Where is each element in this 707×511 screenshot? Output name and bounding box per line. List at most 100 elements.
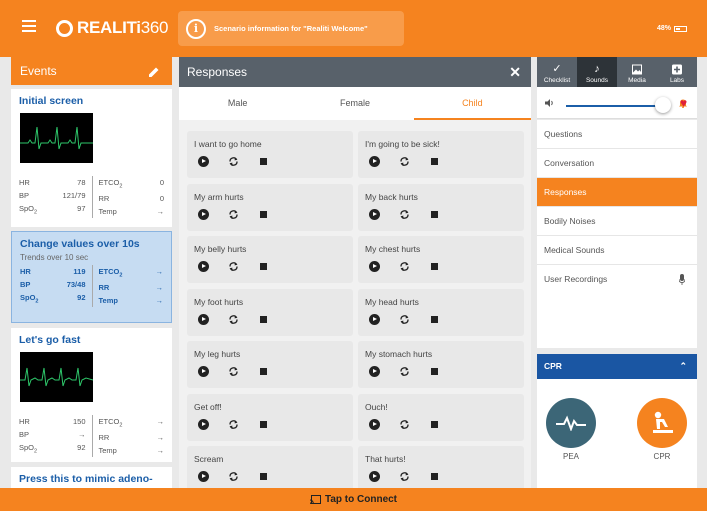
response-label: Ouch! bbox=[365, 401, 388, 412]
pea-button[interactable]: PEA bbox=[546, 398, 596, 461]
tab-labs[interactable]: Labs bbox=[657, 57, 697, 87]
tab-child[interactable]: Child bbox=[413, 87, 531, 120]
response-card[interactable]: My leg hurts bbox=[187, 341, 353, 388]
heart-icon[interactable]: ♥ bbox=[680, 96, 687, 110]
stop-icon[interactable] bbox=[260, 473, 267, 480]
cpr-button[interactable]: CPR bbox=[637, 398, 687, 461]
loop-icon[interactable] bbox=[399, 419, 410, 430]
play-icon[interactable] bbox=[198, 418, 209, 430]
response-card[interactable]: Get off! bbox=[187, 393, 353, 441]
response-card[interactable]: Ouch! bbox=[358, 393, 524, 441]
play-icon[interactable] bbox=[369, 418, 380, 430]
microphone-icon[interactable] bbox=[679, 274, 685, 285]
vital-bp: BP 121/79 bbox=[19, 191, 86, 200]
volume-slider-knob[interactable] bbox=[655, 97, 671, 113]
close-icon[interactable]: ✕ bbox=[509, 64, 521, 81]
play-icon[interactable] bbox=[198, 313, 209, 325]
play-icon[interactable] bbox=[369, 471, 380, 482]
loop-icon[interactable] bbox=[228, 209, 239, 220]
stop-icon[interactable] bbox=[260, 315, 267, 323]
top-bar: REALITi 360 i Scenario information for "R… bbox=[0, 0, 707, 57]
stop-icon[interactable] bbox=[431, 473, 438, 480]
tab-sounds[interactable]: ♪ Sounds bbox=[577, 57, 617, 87]
play-icon[interactable] bbox=[198, 261, 209, 272]
event-card-adeno[interactable]: Press this to mimic adeno- bbox=[11, 467, 172, 488]
loop-icon[interactable] bbox=[399, 471, 410, 482]
menu-item-questions[interactable]: Questions bbox=[537, 120, 697, 149]
response-card[interactable]: My arm hurts bbox=[187, 183, 353, 231]
stop-icon[interactable] bbox=[260, 210, 267, 218]
scenario-info-button[interactable]: i Scenario information for "Realiti Welc… bbox=[178, 11, 404, 46]
response-card[interactable]: I'm going to be sick! bbox=[358, 131, 524, 178]
tab-checklist[interactable]: ✓ Checklist bbox=[537, 57, 577, 87]
stop-icon[interactable] bbox=[260, 158, 267, 165]
stop-icon[interactable] bbox=[431, 210, 438, 218]
stop-icon[interactable] bbox=[431, 368, 438, 375]
play-icon[interactable] bbox=[369, 156, 380, 167]
stop-icon[interactable] bbox=[260, 263, 267, 270]
vital-hr: HR 78 bbox=[19, 178, 86, 187]
response-card[interactable]: My head hurts bbox=[358, 288, 524, 336]
response-card[interactable]: My chest hurts bbox=[358, 236, 524, 283]
loop-icon[interactable] bbox=[399, 261, 410, 272]
response-card[interactable]: I want to go home bbox=[187, 131, 353, 178]
loop-icon[interactable] bbox=[228, 471, 239, 482]
connect-bar[interactable]: Tap to Connect bbox=[0, 488, 707, 511]
tab-male[interactable]: Male bbox=[179, 87, 296, 120]
edit-pencil-icon[interactable] bbox=[148, 66, 160, 78]
menu-item-bodily-noises[interactable]: Bodily Noises bbox=[537, 207, 697, 236]
response-controls bbox=[198, 366, 267, 377]
event-title: Initial screen bbox=[19, 95, 84, 107]
response-card[interactable]: My belly hurts bbox=[187, 236, 353, 283]
play-icon[interactable] bbox=[198, 366, 209, 377]
stop-icon[interactable] bbox=[260, 420, 267, 428]
play-icon[interactable] bbox=[198, 208, 209, 220]
response-label: Scream bbox=[194, 454, 224, 464]
stop-icon[interactable] bbox=[431, 158, 438, 165]
play-icon[interactable] bbox=[369, 208, 380, 220]
loop-icon[interactable] bbox=[399, 209, 410, 220]
response-controls bbox=[369, 471, 438, 482]
response-card[interactable]: That hurts! bbox=[358, 446, 524, 488]
event-card-change-values[interactable]: Change values over 10s Trends over 10 se… bbox=[11, 231, 172, 323]
menu-item-conversation[interactable]: Conversation bbox=[537, 149, 697, 178]
loop-icon[interactable] bbox=[228, 419, 239, 430]
play-icon[interactable] bbox=[198, 471, 209, 482]
loop-icon[interactable] bbox=[228, 156, 239, 167]
menu-item-responses[interactable]: Responses bbox=[537, 178, 697, 207]
event-card-go-fast[interactable]: Let's go fast HR 150 BP → SpO2 92 ETCO2 → RR… bbox=[11, 328, 172, 462]
battery-percent: 48% bbox=[656, 25, 671, 32]
hamburger-menu-icon[interactable] bbox=[22, 20, 36, 32]
loop-icon[interactable] bbox=[228, 261, 239, 272]
loop-icon[interactable] bbox=[399, 156, 410, 167]
stop-icon[interactable] bbox=[431, 263, 438, 270]
response-label: My back hurts bbox=[365, 191, 418, 202]
play-icon[interactable] bbox=[198, 156, 209, 167]
stop-icon[interactable] bbox=[260, 368, 267, 375]
chevron-up-icon[interactable]: ⌃ bbox=[679, 354, 687, 379]
volume-slider-track[interactable] bbox=[566, 105, 658, 107]
stop-icon[interactable] bbox=[431, 420, 438, 428]
response-card[interactable]: My foot hurts bbox=[187, 288, 353, 336]
logo-ring-icon bbox=[56, 19, 73, 37]
events-title: Events bbox=[20, 64, 57, 78]
response-card[interactable]: My back hurts bbox=[358, 183, 524, 231]
loop-icon[interactable] bbox=[228, 366, 239, 377]
response-card[interactable]: My stomach hurts bbox=[358, 341, 524, 388]
tab-female[interactable]: Female bbox=[296, 87, 413, 120]
loop-icon[interactable] bbox=[399, 314, 410, 325]
event-card-initial[interactable]: Initial screen HR 78 BP 121/79 SpO2 97 ETCO… bbox=[11, 89, 172, 227]
play-icon[interactable] bbox=[369, 313, 380, 325]
tab-media[interactable]: Media bbox=[617, 57, 657, 87]
stop-icon[interactable] bbox=[431, 315, 438, 323]
response-card[interactable]: Scream bbox=[187, 446, 353, 488]
loop-icon[interactable] bbox=[399, 366, 410, 377]
cpr-section-header[interactable]: CPR ⌃ bbox=[537, 354, 697, 379]
loop-icon[interactable] bbox=[228, 314, 239, 325]
menu-item-user-recordings[interactable]: User Recordings bbox=[537, 265, 697, 294]
play-icon[interactable] bbox=[369, 366, 380, 377]
play-icon[interactable] bbox=[369, 261, 380, 272]
menu-item-medical-sounds[interactable]: Medical Sounds bbox=[537, 236, 697, 265]
ecg-waveform-icon bbox=[20, 352, 94, 402]
speaker-icon[interactable] bbox=[545, 98, 555, 108]
